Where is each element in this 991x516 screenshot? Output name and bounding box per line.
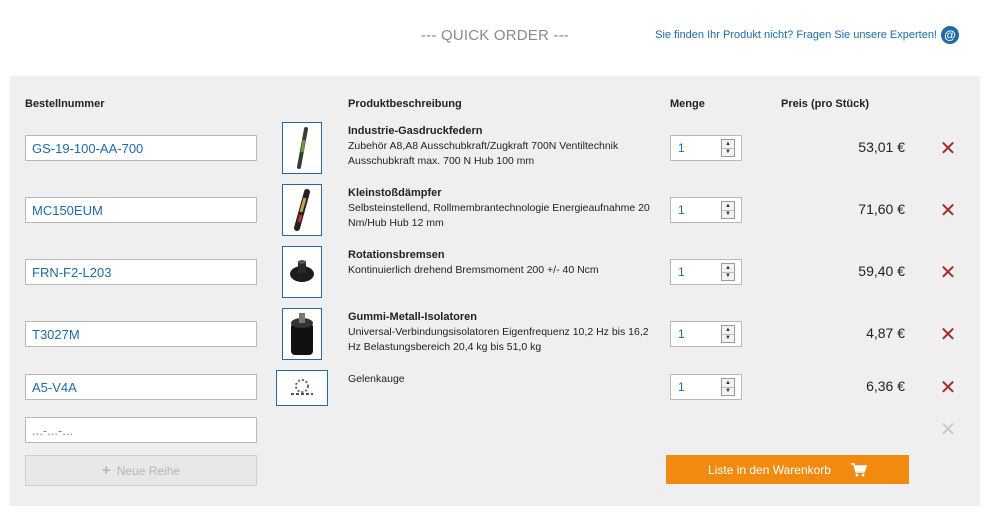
quantity-stepper[interactable]: 1 ▲ ▼	[670, 135, 742, 161]
delete-row-icon[interactable]: ✕	[938, 139, 958, 159]
increment-button[interactable]: ▲	[722, 264, 734, 272]
quantity-stepper[interactable]: 1 ▲ ▼	[670, 197, 742, 223]
shock-absorber-icon	[294, 189, 310, 231]
spin-buttons: ▲ ▼	[721, 325, 735, 343]
product-thumbnail[interactable]	[276, 370, 328, 406]
spin-buttons: ▲ ▼	[721, 263, 735, 281]
product-thumbnail[interactable]	[282, 308, 322, 360]
delete-row-icon[interactable]: ✕	[938, 201, 958, 221]
decrement-button[interactable]: ▼	[722, 147, 734, 157]
product-thumbnail[interactable]	[282, 122, 322, 174]
decrement-button[interactable]: ▼	[722, 333, 734, 343]
new-row-label: Neue Reihe	[116, 463, 181, 478]
expert-link-label[interactable]: Sie finden Ihr Produkt nicht? Fragen Sie…	[655, 29, 937, 41]
quantity-value[interactable]: 1	[671, 141, 721, 155]
delete-row-icon[interactable]: ✕	[938, 263, 958, 283]
product-details: Universal-Verbindungsisolatoren Eigenfre…	[348, 326, 649, 353]
decrement-button[interactable]: ▼	[722, 271, 734, 281]
rotary-damper-icon	[290, 260, 314, 282]
product-details: Selbsteinstellend, Rollmembrantechnologi…	[348, 202, 650, 229]
product-details: Kontinuierlich drehend Bremsmoment 200 +…	[348, 264, 599, 276]
delete-row-icon[interactable]: ✕	[938, 378, 958, 398]
page-title: --- QUICK ORDER ---	[421, 27, 569, 44]
sku-input[interactable]	[25, 197, 257, 223]
spin-buttons: ▲ ▼	[721, 378, 735, 396]
gas-spring-icon	[297, 127, 308, 169]
product-description: Gelenkauge	[348, 372, 663, 387]
quantity-value[interactable]: 1	[671, 327, 721, 341]
new-row-button[interactable]: + Neue Reihe	[25, 455, 257, 486]
product-title: Rotationsbremsen	[348, 249, 445, 261]
decrement-button[interactable]: ▼	[722, 386, 734, 396]
quantity-value[interactable]: 1	[671, 203, 721, 217]
unit-price: 4,87 €	[866, 325, 905, 341]
quantity-stepper[interactable]: 1 ▲ ▼	[670, 321, 742, 347]
product-title: Industrie-Gasdruckfedern	[348, 125, 483, 137]
add-to-cart-button[interactable]: Liste in den Warenkorb	[666, 455, 909, 484]
sku-input[interactable]	[25, 135, 257, 161]
spin-buttons: ▲ ▼	[721, 139, 735, 157]
column-header-quantity: Menge	[670, 98, 705, 110]
product-thumbnail[interactable]	[282, 246, 322, 298]
product-description: Industrie-Gasdruckfedern Zubehör A8,A8 A…	[348, 124, 663, 169]
increment-button[interactable]: ▲	[722, 202, 734, 210]
product-details: Gelenkauge	[348, 373, 405, 385]
decrement-button[interactable]: ▼	[722, 209, 734, 219]
unit-price: 53,01 €	[858, 139, 905, 155]
product-title: Kleinstoßdämpfer	[348, 187, 442, 199]
add-to-cart-label: Liste in den Warenkorb	[708, 462, 831, 477]
sku-input[interactable]	[25, 374, 257, 400]
delete-row-icon[interactable]: ✕	[938, 325, 958, 345]
column-header-price: Preis (pro Stück)	[781, 98, 870, 110]
rubber-isolator-icon	[291, 313, 313, 355]
unit-price: 59,40 €	[858, 263, 905, 279]
sku-input[interactable]	[25, 259, 257, 285]
product-thumbnail[interactable]	[282, 184, 322, 236]
product-details: Zubehör A8,A8 Ausschubkraft/Zugkraft 700…	[348, 140, 619, 167]
column-header-description: Produktbeschreibung	[348, 98, 462, 110]
order-panel: Bestellnummer Produktbeschreibung Menge …	[10, 76, 980, 506]
delete-row-icon-disabled: ✕	[939, 419, 957, 441]
rod-eye-icon	[291, 379, 313, 395]
cart-icon	[850, 462, 867, 476]
product-description: Gummi-Metall-Isolatoren Universal-Verbin…	[348, 310, 663, 355]
quick-order-page: --- QUICK ORDER --- Sie finden Ihr Produ…	[0, 0, 991, 516]
plus-icon: +	[101, 462, 111, 479]
sku-input[interactable]	[25, 321, 257, 347]
increment-button[interactable]: ▲	[722, 379, 734, 387]
spin-buttons: ▲ ▼	[721, 201, 735, 219]
expert-link[interactable]: Sie finden Ihr Produkt nicht? Fragen Sie…	[655, 26, 959, 44]
quantity-stepper[interactable]: 1 ▲ ▼	[670, 259, 742, 285]
increment-button[interactable]: ▲	[722, 326, 734, 334]
product-description: Rotationsbremsen Kontinuierlich drehend …	[348, 248, 663, 278]
column-header-sku: Bestellnummer	[25, 98, 105, 110]
unit-price: 71,60 €	[858, 201, 905, 217]
product-description: Kleinstoßdämpfer Selbsteinstellend, Roll…	[348, 186, 663, 231]
quantity-value[interactable]: 1	[671, 380, 721, 394]
increment-button[interactable]: ▲	[722, 140, 734, 148]
quantity-value[interactable]: 1	[671, 265, 721, 279]
quantity-stepper[interactable]: 1 ▲ ▼	[670, 374, 742, 400]
at-icon[interactable]: @	[941, 26, 959, 44]
sku-input-empty[interactable]	[25, 417, 257, 443]
product-title: Gummi-Metall-Isolatoren	[348, 311, 477, 323]
unit-price: 6,36 €	[866, 378, 905, 394]
